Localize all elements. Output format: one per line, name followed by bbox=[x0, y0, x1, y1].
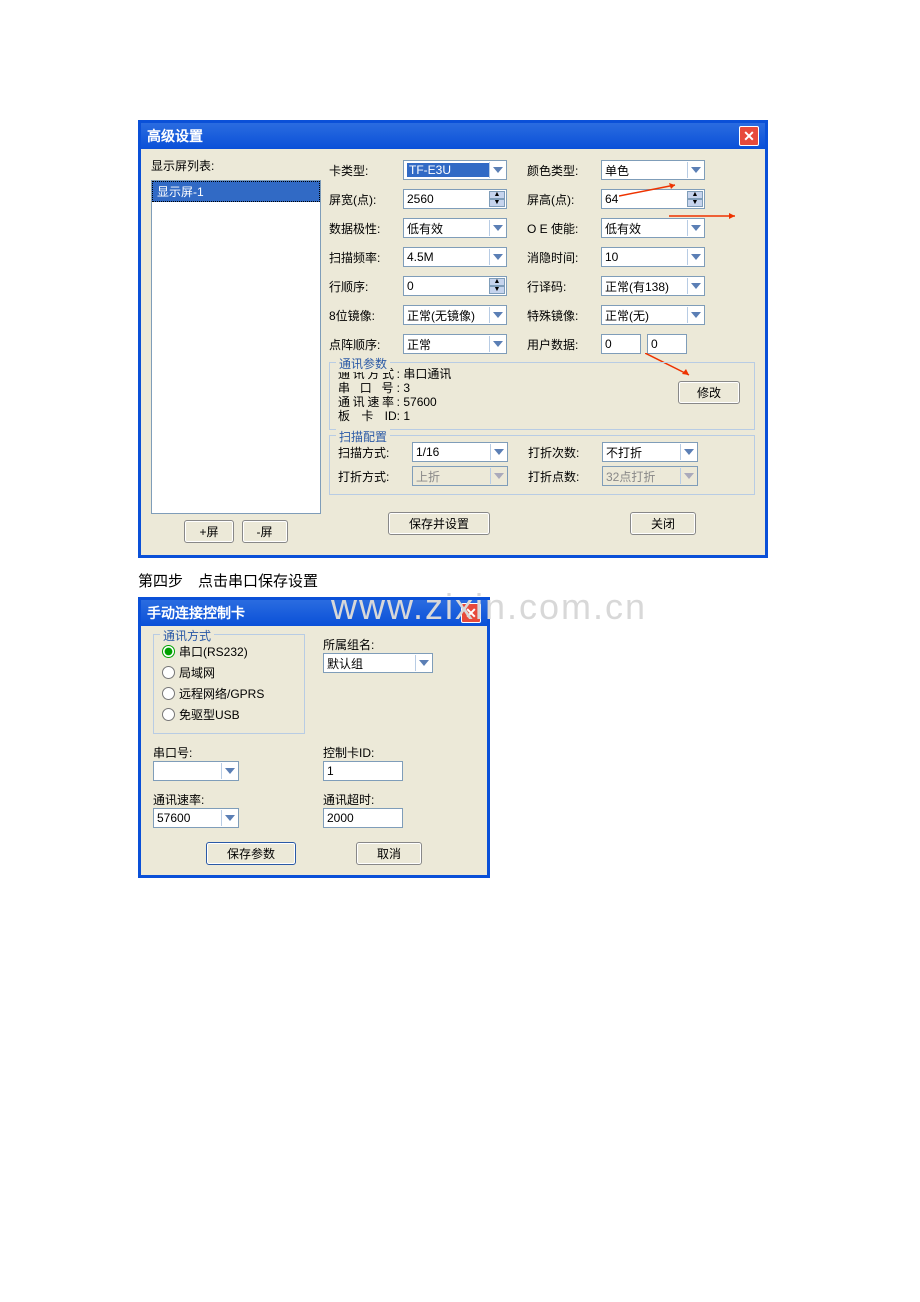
chevron-down-icon bbox=[687, 162, 703, 178]
advanced-settings-window: 高级设置 ✕ 显示屏列表: 显示屏-1 +屏 -屏 卡类型: bbox=[138, 120, 768, 558]
serial-port-label: 串口号: bbox=[153, 744, 305, 761]
save-params-button[interactable]: 保存参数 bbox=[206, 842, 296, 865]
group-name-label: 所属组名: bbox=[323, 636, 475, 653]
color-type-label: 颜色类型: bbox=[527, 162, 601, 179]
scan-config-title: 扫描配置 bbox=[336, 428, 390, 445]
decode-combo[interactable]: 正常(有138) bbox=[601, 276, 705, 296]
modify-button[interactable]: 修改 bbox=[678, 381, 740, 404]
chevron-down-icon bbox=[490, 444, 506, 460]
spin-down-icon[interactable]: ▼ bbox=[489, 199, 505, 207]
chevron-down-icon bbox=[687, 220, 703, 236]
blank-label: 消隐时间: bbox=[527, 249, 601, 266]
timeout-field[interactable] bbox=[323, 808, 403, 828]
comm-params-group: 通讯参数 通讯方式: 串口通讯 串 口 号: 3 通讯速率: 57600 板 卡… bbox=[329, 362, 755, 430]
manual-connect-window: www.zixin.com.cn 手动连接控制卡 ✕ 通讯方式 串口(RS232… bbox=[138, 597, 490, 878]
lineord-stepper[interactable]: 0▲▼ bbox=[403, 276, 507, 296]
oe-label: O E 使能: bbox=[527, 220, 601, 237]
spin-down-icon[interactable]: ▼ bbox=[687, 199, 703, 207]
chevron-down-icon bbox=[680, 444, 696, 460]
polarity-label: 数据极性: bbox=[329, 220, 403, 237]
comm-params-title: 通讯参数 bbox=[336, 355, 390, 372]
specmirror-label: 特殊镜像: bbox=[527, 307, 601, 324]
chevron-down-icon bbox=[687, 278, 703, 294]
chevron-down-icon bbox=[415, 655, 431, 671]
spin-down-icon[interactable]: ▼ bbox=[489, 286, 505, 294]
chevron-down-icon bbox=[489, 249, 505, 265]
rate-label: 通讯速率: bbox=[153, 791, 305, 808]
radio-lan[interactable]: 局域网 bbox=[162, 664, 296, 681]
mirror8-combo[interactable]: 正常(无镜像) bbox=[403, 305, 507, 325]
remove-screen-button[interactable]: -屏 bbox=[242, 520, 288, 543]
color-type-combo[interactable]: 单色 bbox=[601, 160, 705, 180]
dotord-combo[interactable]: 正常 bbox=[403, 334, 507, 354]
foldcount-label: 打折次数: bbox=[528, 444, 602, 461]
scantype-label: 扫描方式: bbox=[338, 444, 412, 461]
specmirror-combo[interactable]: 正常(无) bbox=[601, 305, 705, 325]
scan-config-group: 扫描配置 扫描方式: 1/16 打折次数: 不打折 打折方式: 上折 打折点数:… bbox=[329, 435, 755, 495]
userdata-field-2[interactable] bbox=[647, 334, 687, 354]
ctrlid-label: 控制卡ID: bbox=[323, 744, 475, 761]
cancel-button[interactable]: 取消 bbox=[356, 842, 422, 865]
titlebar: 手动连接控制卡 ✕ bbox=[141, 600, 487, 626]
window-title: 手动连接控制卡 bbox=[147, 603, 245, 623]
width-label: 屏宽(点): bbox=[329, 191, 403, 208]
save-and-set-button[interactable]: 保存并设置 bbox=[388, 512, 490, 535]
polarity-combo[interactable]: 低有效 bbox=[403, 218, 507, 238]
chevron-down-icon bbox=[489, 336, 505, 352]
foldtype-label: 打折方式: bbox=[338, 468, 412, 485]
chevron-down-icon bbox=[680, 468, 696, 484]
dotord-label: 点阵顺序: bbox=[329, 336, 403, 353]
ctrlid-field[interactable] bbox=[323, 761, 403, 781]
close-icon[interactable]: ✕ bbox=[461, 603, 481, 623]
width-stepper[interactable]: 2560▲▼ bbox=[403, 189, 507, 209]
spin-up-icon[interactable]: ▲ bbox=[489, 191, 505, 199]
timeout-label: 通讯超时: bbox=[323, 791, 475, 808]
chevron-down-icon bbox=[221, 810, 237, 826]
rate-combo[interactable]: 57600 bbox=[153, 808, 239, 828]
scantype-combo[interactable]: 1/16 bbox=[412, 442, 508, 462]
screen-list[interactable]: 显示屏-1 bbox=[151, 180, 321, 514]
add-screen-button[interactable]: +屏 bbox=[184, 520, 233, 543]
radio-remote[interactable]: 远程网络/GPRS bbox=[162, 685, 296, 702]
titlebar: 高级设置 ✕ bbox=[141, 123, 765, 149]
chevron-down-icon bbox=[687, 307, 703, 323]
radio-usb[interactable]: 免驱型USB bbox=[162, 706, 296, 723]
close-icon[interactable]: ✕ bbox=[739, 126, 759, 146]
foldcount-combo[interactable]: 不打折 bbox=[602, 442, 698, 462]
chevron-down-icon bbox=[221, 763, 237, 779]
mirror8-label: 8位镜像: bbox=[329, 307, 403, 324]
window-title: 高级设置 bbox=[147, 126, 203, 146]
chevron-down-icon bbox=[490, 468, 506, 484]
card-type-combo[interactable]: TF-E3U bbox=[403, 160, 507, 180]
foldtype-combo: 上折 bbox=[412, 466, 508, 486]
chevron-down-icon bbox=[687, 249, 703, 265]
comm-mode-title: 通讯方式 bbox=[160, 627, 214, 644]
height-label: 屏高(点): bbox=[527, 191, 601, 208]
lineord-label: 行顺序: bbox=[329, 278, 403, 295]
height-stepper[interactable]: 64▲▼ bbox=[601, 189, 705, 209]
folddots-combo: 32点打折 bbox=[602, 466, 698, 486]
spin-up-icon[interactable]: ▲ bbox=[489, 278, 505, 286]
group-name-combo[interactable]: 默认组 bbox=[323, 653, 433, 673]
serial-port-combo[interactable] bbox=[153, 761, 239, 781]
freq-label: 扫描频率: bbox=[329, 249, 403, 266]
userdata-label: 用户数据: bbox=[527, 336, 601, 353]
blank-combo[interactable]: 10 bbox=[601, 247, 705, 267]
screen-list-label: 显示屏列表: bbox=[151, 157, 321, 174]
chevron-down-icon bbox=[489, 307, 505, 323]
chevron-down-icon bbox=[489, 162, 505, 178]
folddots-label: 打折点数: bbox=[528, 468, 602, 485]
step-text: 第四步 点击串口保存设置 bbox=[138, 570, 920, 591]
decode-label: 行译码: bbox=[527, 278, 601, 295]
comm-mode-group: 通讯方式 串口(RS232) 局域网 远程网络/GPRS 免驱型USB bbox=[153, 634, 305, 734]
close-button[interactable]: 关闭 bbox=[630, 512, 696, 535]
radio-serial[interactable]: 串口(RS232) bbox=[162, 643, 296, 660]
card-type-label: 卡类型: bbox=[329, 162, 403, 179]
freq-combo[interactable]: 4.5M bbox=[403, 247, 507, 267]
userdata-field-1[interactable] bbox=[601, 334, 641, 354]
chevron-down-icon bbox=[489, 220, 505, 236]
spin-up-icon[interactable]: ▲ bbox=[687, 191, 703, 199]
list-item[interactable]: 显示屏-1 bbox=[152, 181, 320, 202]
oe-combo[interactable]: 低有效 bbox=[601, 218, 705, 238]
